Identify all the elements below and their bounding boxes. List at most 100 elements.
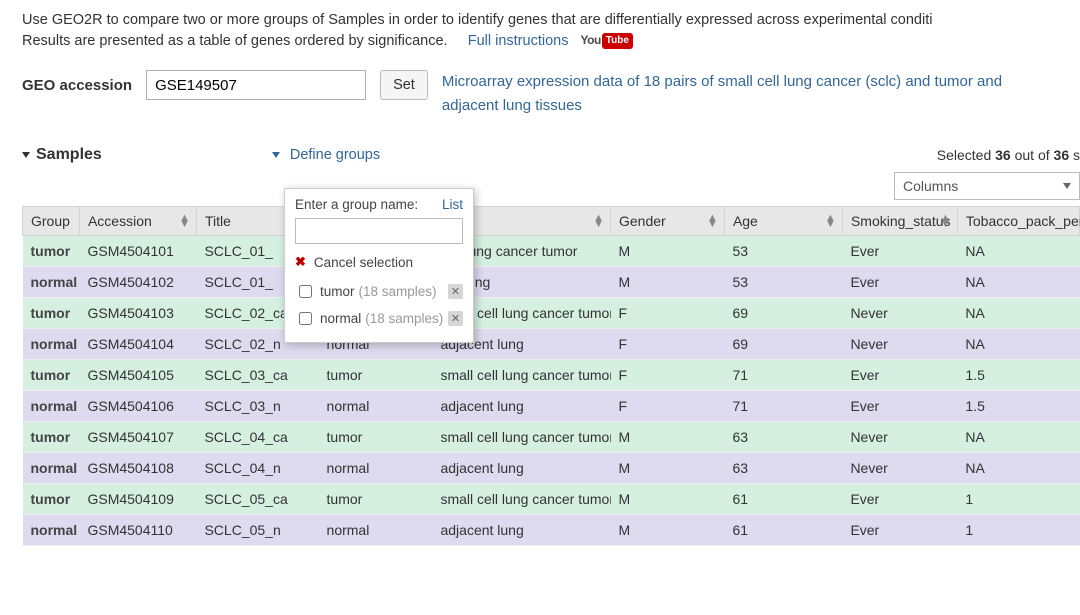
table-cell: tumor: [319, 360, 433, 391]
column-header: Group: [23, 207, 80, 236]
table-cell: F: [611, 360, 725, 391]
column-header[interactable]: Age▲▼: [724, 207, 842, 236]
table-cell: tumor: [23, 298, 80, 329]
table-cell: small cell lung cancer tumor: [432, 484, 610, 515]
table-cell: GSM4504104: [79, 329, 196, 360]
table-cell: 53: [724, 267, 842, 298]
table-cell: GSM4504110: [79, 515, 196, 546]
table-cell: small cell lung cancer tumor: [432, 360, 610, 391]
sort-icon: ▲▼: [593, 215, 604, 227]
table-cell: GSM4504101: [79, 236, 196, 267]
table-cell: Never: [842, 329, 957, 360]
table-cell: Never: [842, 298, 957, 329]
table-cell: 53: [724, 236, 842, 267]
table-cell: GSM4504107: [79, 422, 196, 453]
table-cell: Never: [842, 453, 957, 484]
delete-group-icon[interactable]: ✕: [448, 311, 463, 326]
table-cell: M: [611, 484, 725, 515]
table-cell: tumor: [319, 422, 433, 453]
geo-accession-input[interactable]: [146, 70, 366, 100]
table-cell: 1: [957, 515, 1079, 546]
table-cell: 69: [724, 298, 842, 329]
table-cell: Ever: [842, 236, 957, 267]
table-cell: GSM4504103: [79, 298, 196, 329]
table-cell: normal: [319, 391, 433, 422]
column-header[interactable]: Smoking_status▲▼: [842, 207, 957, 236]
table-cell: NA: [957, 267, 1079, 298]
table-cell: normal: [319, 453, 433, 484]
table-cell: adjacent lung: [432, 391, 610, 422]
table-cell: GSM4504105: [79, 360, 196, 391]
column-header: Tobacco_pack_per_: [957, 207, 1079, 236]
table-cell: NA: [957, 298, 1079, 329]
table-cell: adjacent lung: [432, 453, 610, 484]
samples-table: GroupAccession▲▼Titlee▲▼Gender▲▼Age▲▼Smo…: [22, 206, 1080, 546]
table-row[interactable]: tumorGSM4504101SCLC_01_cell lung cancer …: [23, 236, 1080, 267]
group-checkbox[interactable]: [299, 285, 312, 298]
sort-icon: ▲▼: [825, 215, 836, 227]
table-cell: adjacent lung: [432, 515, 610, 546]
sort-icon: ▲▼: [940, 215, 951, 227]
samples-heading: Samples: [36, 146, 102, 164]
table-row[interactable]: tumorGSM4504103SCLC_02_catumorsmall cell…: [23, 298, 1080, 329]
full-instructions-link[interactable]: Full instructions: [468, 33, 569, 49]
table-cell: 61: [724, 515, 842, 546]
group-name: normal: [320, 311, 361, 326]
column-header[interactable]: Accession▲▼: [79, 207, 196, 236]
table-cell: tumor: [23, 236, 80, 267]
table-cell: SCLC_04_n: [196, 453, 318, 484]
table-row[interactable]: normalGSM4504106SCLC_03_nnormaladjacent …: [23, 391, 1080, 422]
table-cell: SCLC_04_ca: [196, 422, 318, 453]
intro-text: Use GEO2R to compare two or more groups …: [22, 10, 1080, 52]
cancel-selection[interactable]: ✖ Cancel selection: [295, 254, 463, 270]
caret-down-icon: [272, 152, 280, 158]
table-cell: 1: [957, 484, 1079, 515]
group-item[interactable]: tumor(18 samples)✕: [295, 278, 463, 305]
table-cell: GSM4504106: [79, 391, 196, 422]
selected-count: Selected 36 out of 36 s: [937, 147, 1080, 163]
group-count: (18 samples): [365, 311, 443, 326]
table-cell: NA: [957, 422, 1079, 453]
table-cell: 71: [724, 360, 842, 391]
table-cell: SCLC_05_ca: [196, 484, 318, 515]
table-row[interactable]: tumorGSM4504107SCLC_04_catumorsmall cell…: [23, 422, 1080, 453]
table-cell: 1.5: [957, 360, 1079, 391]
table-row[interactable]: normalGSM4504108SCLC_04_nnormaladjacent …: [23, 453, 1080, 484]
table-cell: 71: [724, 391, 842, 422]
youtube-icon[interactable]: You Tube: [581, 32, 633, 49]
table-row[interactable]: normalGSM4504102SCLC_01_ent lungM53EverN…: [23, 267, 1080, 298]
list-link[interactable]: List: [442, 197, 463, 212]
delete-group-icon[interactable]: ✕: [448, 284, 463, 299]
group-item[interactable]: normal (18 samples) ✕: [295, 305, 463, 332]
table-row[interactable]: tumorGSM4504109SCLC_05_catumorsmall cell…: [23, 484, 1080, 515]
caret-down-icon[interactable]: [22, 152, 30, 158]
column-header[interactable]: Gender▲▼: [611, 207, 725, 236]
group-checkbox[interactable]: [299, 312, 312, 325]
table-cell: F: [611, 298, 725, 329]
columns-dropdown[interactable]: Columns: [894, 172, 1080, 200]
dataset-title[interactable]: Microarray expression data of 18 pairs o…: [442, 70, 1062, 118]
group-name-input[interactable]: [295, 218, 463, 244]
table-cell: tumor: [23, 422, 80, 453]
define-groups-link[interactable]: Define groups: [272, 147, 380, 163]
table-cell: normal: [23, 391, 80, 422]
table-cell: Never: [842, 422, 957, 453]
table-row[interactable]: normalGSM4504110SCLC_05_nnormaladjacent …: [23, 515, 1080, 546]
table-cell: SCLC_03_ca: [196, 360, 318, 391]
table-cell: tumor: [23, 484, 80, 515]
intro-line1: Use GEO2R to compare two or more groups …: [22, 12, 932, 28]
table-row[interactable]: normalGSM4504104SCLC_02_nnormaladjacent …: [23, 329, 1080, 360]
geo-accession-label: GEO accession: [22, 70, 132, 94]
table-cell: normal: [23, 453, 80, 484]
set-button[interactable]: Set: [380, 70, 428, 100]
table-cell: 63: [724, 453, 842, 484]
table-cell: 1.5: [957, 391, 1079, 422]
table-cell: 63: [724, 422, 842, 453]
chevron-down-icon: [1063, 183, 1071, 189]
table-row[interactable]: tumorGSM4504105SCLC_03_catumorsmall cell…: [23, 360, 1080, 391]
table-cell: SCLC_03_n: [196, 391, 318, 422]
table-cell: 61: [724, 484, 842, 515]
table-cell: Ever: [842, 267, 957, 298]
table-cell: GSM4504108: [79, 453, 196, 484]
table-cell: M: [611, 453, 725, 484]
